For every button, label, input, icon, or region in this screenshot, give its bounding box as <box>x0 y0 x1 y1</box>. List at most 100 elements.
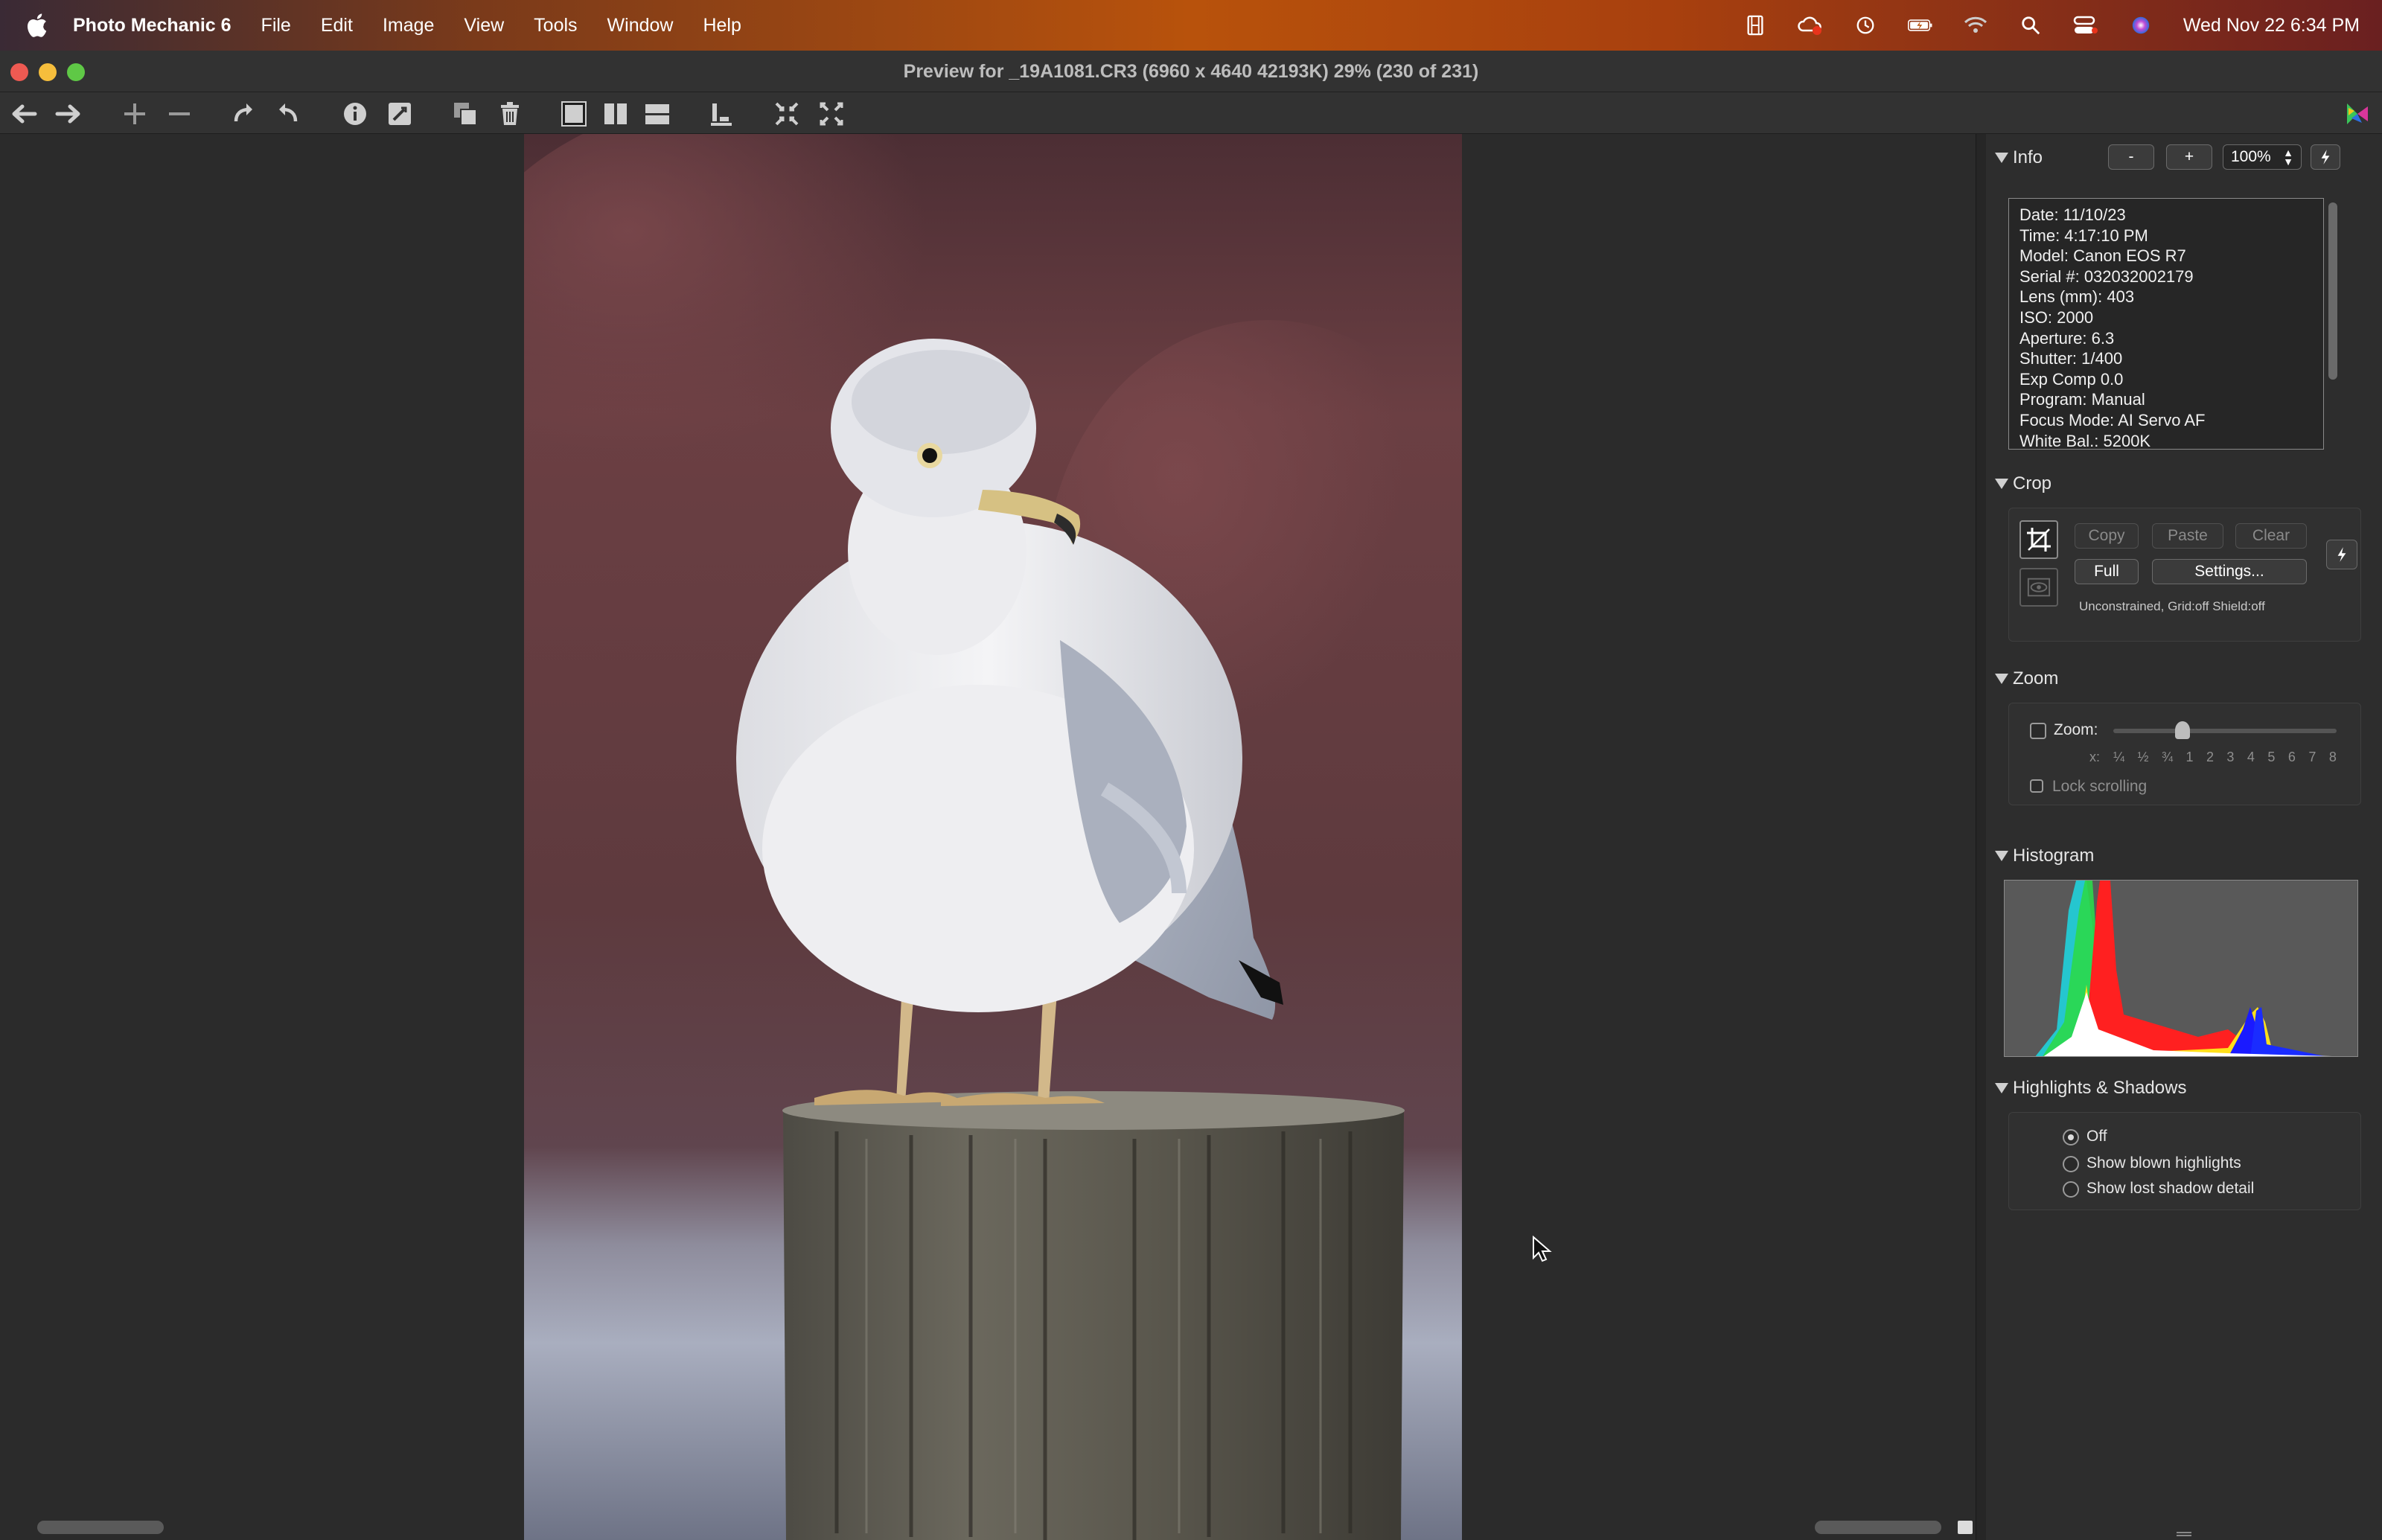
zoom-scale-tick: 2 <box>2206 750 2214 764</box>
control-center-icon[interactable] <box>2073 13 2098 38</box>
time-machine-icon[interactable] <box>1853 13 1878 38</box>
crop-copy-button[interactable]: Copy <box>2075 523 2139 549</box>
disclosure-triangle-icon[interactable] <box>1995 153 2008 163</box>
stacked-view-icon[interactable] <box>642 98 673 130</box>
battery-icon[interactable] <box>1907 13 1933 38</box>
back-arrow-icon[interactable] <box>9 98 40 130</box>
info-heading: Info <box>2013 147 2043 167</box>
mouse-cursor-icon <box>1532 1235 1553 1262</box>
crop-section-header[interactable]: Crop <box>1995 473 2051 494</box>
scroll-corner-toggle[interactable] <box>1958 1521 1973 1534</box>
crop-settings-button[interactable]: Settings... <box>2152 559 2307 584</box>
info-icon[interactable] <box>339 98 371 130</box>
spotlight-search-icon[interactable] <box>2018 13 2043 38</box>
info-line-date: Date: 11/10/23 <box>2019 205 2126 224</box>
duplicate-icon[interactable] <box>450 98 481 130</box>
panel-splitter[interactable] <box>1976 134 1986 1540</box>
window-titlebar: Preview for _19A1081.CR3 (6960 x 4640 42… <box>0 51 2382 92</box>
histogram-section-header[interactable]: Histogram <box>1995 846 2094 866</box>
zoom-out-minus-icon[interactable] <box>164 98 195 130</box>
info-line-shutter: Shutter: 1/400 <box>2019 349 2123 368</box>
single-view-icon[interactable] <box>558 98 590 130</box>
rotate-left-icon[interactable] <box>228 98 259 130</box>
info-line-serial: Serial #: 032032002179 <box>2019 266 2194 286</box>
creative-cloud-icon[interactable] <box>1798 13 1823 38</box>
preview-canvas[interactable] <box>0 134 1976 1540</box>
zoom-slider-track[interactable] <box>2113 729 2337 733</box>
zoom-checkbox[interactable] <box>2030 723 2046 739</box>
crop-clear-button[interactable]: Clear <box>2235 523 2307 549</box>
info-zoom-value: 100% <box>2231 148 2271 165</box>
forward-arrow-icon[interactable] <box>52 98 83 130</box>
zoom-slider-thumb[interactable] <box>2175 721 2190 739</box>
info-line-aperture: Aperture: 6.3 <box>2019 328 2115 348</box>
zoom-in-plus-icon[interactable] <box>119 98 150 130</box>
horizontal-scroll-thumb-right[interactable] <box>1815 1521 1941 1534</box>
radio-show-blown-highlights-label: Show blown highlights <box>2086 1154 2241 1172</box>
crop-action-bolt-icon[interactable] <box>2326 540 2357 569</box>
trash-icon[interactable] <box>494 98 526 130</box>
disclosure-triangle-icon[interactable] <box>1995 479 2008 489</box>
menu-help[interactable]: Help <box>703 15 741 36</box>
radio-show-lost-shadow-detail[interactable] <box>2063 1181 2079 1198</box>
disclosure-triangle-icon[interactable] <box>1995 1083 2008 1093</box>
info-scrollbar[interactable] <box>2328 202 2337 380</box>
stepper-arrows-icon: ▲ ▼ <box>2283 147 2293 167</box>
edit-image-icon[interactable] <box>384 98 415 130</box>
info-zoom-in-button[interactable]: + <box>2166 144 2212 170</box>
menu-image[interactable]: Image <box>383 15 434 36</box>
rotate-right-icon[interactable] <box>272 98 304 130</box>
info-line-lens: Lens (mm): 403 <box>2019 287 2135 307</box>
info-line-model: Model: Canon EOS R7 <box>2019 246 2186 266</box>
info-section-header[interactable]: Info <box>1995 147 2043 168</box>
disclosure-triangle-icon[interactable] <box>1995 674 2008 684</box>
zoom-label: Zoom: <box>2054 721 2098 738</box>
info-action-bolt-icon[interactable] <box>2311 144 2340 170</box>
zoom-scale-tick: 3 <box>2226 750 2235 764</box>
zoom-scale-tick: 6 <box>2287 750 2296 764</box>
app-color-logo-icon <box>2342 98 2373 130</box>
radio-off[interactable] <box>2063 1129 2079 1146</box>
menu-tools[interactable]: Tools <box>534 15 577 36</box>
zoom-scale-tick: 7 <box>2308 750 2316 764</box>
crop-paste-button[interactable]: Paste <box>2152 523 2223 549</box>
crop-preview-eye-icon[interactable] <box>2019 568 2058 607</box>
menubar-clock[interactable]: Wed Nov 22 6:34 PM <box>2183 15 2360 36</box>
info-line-program: Program: Manual <box>2019 390 2145 409</box>
crop-full-button[interactable]: Full <box>2075 559 2139 584</box>
menu-window[interactable]: Window <box>607 15 674 36</box>
lock-scrolling-checkbox[interactable] <box>2030 779 2043 793</box>
highlights-shadows-heading: Highlights & Shadows <box>2013 1078 2187 1098</box>
histogram-graph <box>2004 880 2358 1057</box>
zoom-scale-tick: 1 <box>2185 750 2194 764</box>
lock-scrolling-label: Lock scrolling <box>2052 778 2148 795</box>
metadata-info-list[interactable]: Date: 11/10/23 Time: 4:17:10 PM Model: C… <box>2008 198 2324 450</box>
apple-logo-icon[interactable] <box>25 13 48 38</box>
full-screen-icon[interactable] <box>816 98 847 130</box>
fit-to-window-icon[interactable] <box>771 98 802 130</box>
info-line-exp-comp: Exp Comp 0.0 <box>2019 369 2124 389</box>
disclosure-triangle-icon[interactable] <box>1995 851 2008 861</box>
status-area: Wed Nov 22 6:34 PM <box>1743 0 2382 51</box>
radio-show-blown-highlights[interactable] <box>2063 1156 2079 1172</box>
radio-off-label: Off <box>2086 1128 2107 1145</box>
app-name-menu[interactable]: Photo Mechanic 6 <box>73 15 232 36</box>
highlights-shadows-section-header[interactable]: Highlights & Shadows <box>1995 1078 2186 1099</box>
crop-tool-icon[interactable] <box>2019 520 2058 559</box>
film-strip-icon[interactable] <box>1743 13 1768 38</box>
menu-file[interactable]: File <box>261 15 291 36</box>
info-zoom-out-button[interactable]: - <box>2108 144 2154 170</box>
align-bottom-icon[interactable] <box>706 98 737 130</box>
side-by-side-view-icon[interactable] <box>600 98 631 130</box>
info-line-focus-mode: Focus Mode: AI Servo AF <box>2019 410 2206 429</box>
crop-box: Copy Paste Clear Full Settings... Uncons… <box>2008 508 2361 642</box>
panel-resize-grip[interactable] <box>2177 1532 2191 1536</box>
info-zoom-select[interactable]: 100% ▲ ▼ <box>2223 144 2302 170</box>
siri-icon[interactable] <box>2128 13 2153 38</box>
wifi-icon[interactable] <box>1963 13 1988 38</box>
horizontal-scroll-thumb-left[interactable] <box>37 1521 164 1534</box>
menu-edit[interactable]: Edit <box>321 15 353 36</box>
highlights-shadows-box: Off Show blown highlights Show lost shad… <box>2008 1112 2361 1210</box>
menu-view[interactable]: View <box>464 15 504 36</box>
zoom-section-header[interactable]: Zoom <box>1995 668 2058 689</box>
